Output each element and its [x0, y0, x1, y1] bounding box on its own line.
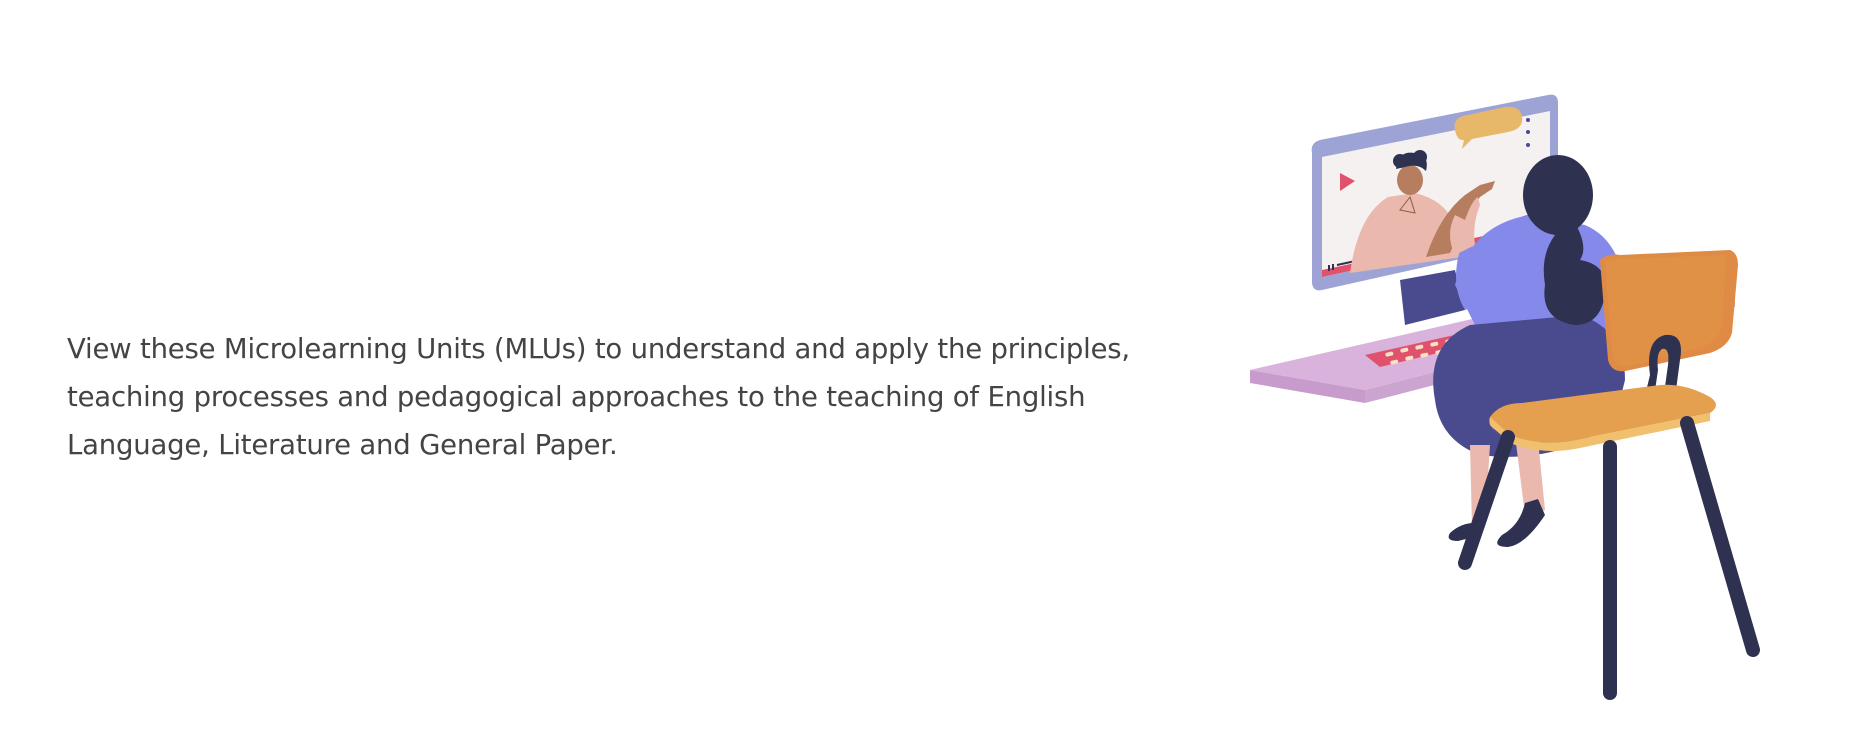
woman-at-computer-illustration — [1250, 94, 1760, 700]
shoe-right — [1497, 499, 1545, 547]
head — [1523, 155, 1593, 235]
page: View these Microlearning Units (MLUs) to… — [0, 0, 1852, 754]
intro-paragraph: View these Microlearning Units (MLUs) to… — [67, 333, 1130, 461]
monitor-stand — [1400, 270, 1465, 325]
